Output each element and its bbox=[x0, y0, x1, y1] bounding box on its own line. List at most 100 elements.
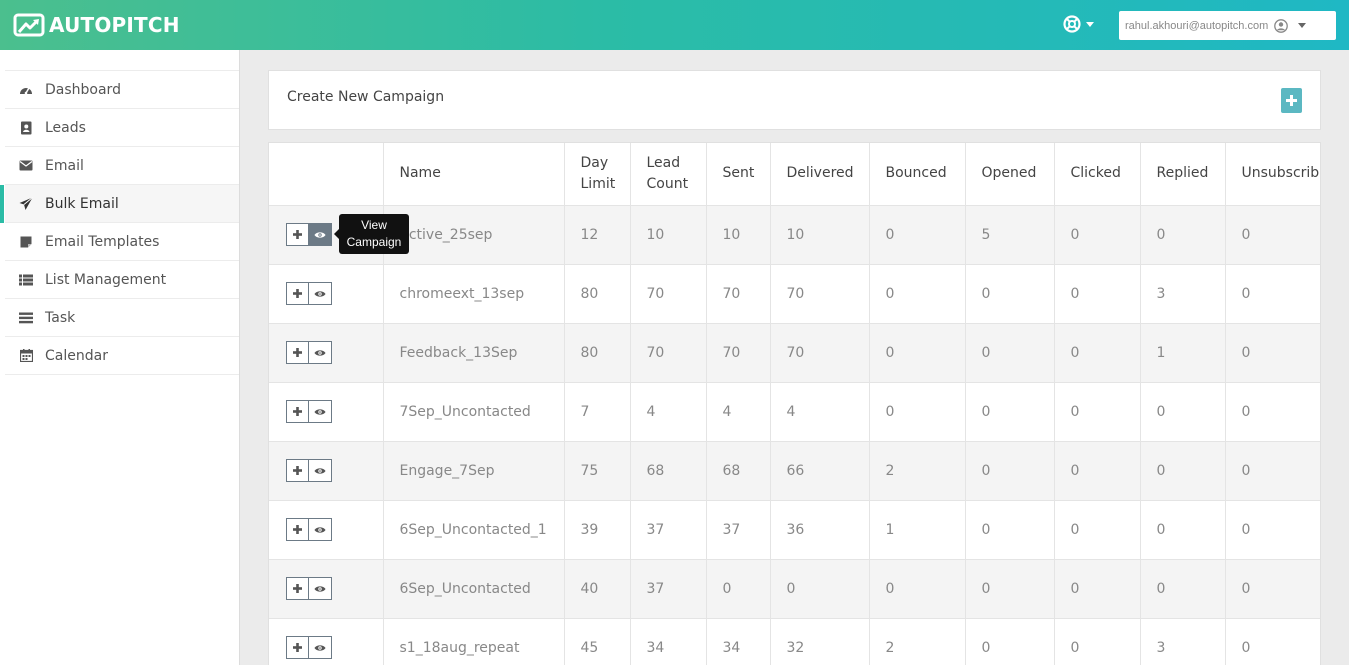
column-header-delivered[interactable]: Delivered bbox=[770, 143, 870, 206]
cell-name[interactable]: Active_25sep bbox=[383, 205, 565, 265]
sidebar-item-bulk-email[interactable]: Bulk Email bbox=[0, 185, 239, 223]
cell-clicked: 0 bbox=[1054, 559, 1141, 619]
cell-lead-count: 37 bbox=[630, 500, 707, 560]
table-row: 6Sep_Uncontacted_1 39 37 37 36 1 0 0 0 0 bbox=[269, 500, 1320, 560]
eye-icon bbox=[314, 526, 326, 534]
action-button-group bbox=[286, 400, 332, 423]
cell-replied: 0 bbox=[1140, 205, 1226, 265]
plus-icon bbox=[293, 525, 302, 534]
cell-name[interactable]: Feedback_13Sep bbox=[383, 323, 565, 383]
create-campaign-title: Create New Campaign bbox=[287, 89, 445, 105]
cell-name[interactable]: 7Sep_Uncontacted bbox=[383, 382, 565, 442]
cell-unsubscribed: 0 bbox=[1225, 205, 1320, 265]
top-header: AUTOPITCH rahul.akhouri@autopitch.com bbox=[0, 0, 1349, 50]
contact-book-icon bbox=[19, 121, 33, 135]
eye-icon bbox=[314, 231, 326, 239]
brand-logo[interactable]: AUTOPITCH bbox=[13, 12, 180, 38]
column-header-replied[interactable]: Replied bbox=[1140, 143, 1226, 206]
cell-opened: 0 bbox=[965, 559, 1055, 619]
cell-delivered: 36 bbox=[770, 500, 870, 560]
cell-opened: 0 bbox=[965, 264, 1055, 324]
column-header-opened[interactable]: Opened bbox=[965, 143, 1055, 206]
sidebar-item-label: Email bbox=[45, 157, 84, 174]
plus-icon bbox=[293, 407, 302, 416]
column-header-sent[interactable]: Sent bbox=[706, 143, 771, 206]
user-menu-dropdown[interactable]: rahul.akhouri@autopitch.com bbox=[1119, 11, 1336, 40]
add-leads-button[interactable] bbox=[286, 459, 309, 482]
row-actions bbox=[269, 500, 384, 560]
action-button-group bbox=[286, 282, 332, 305]
view-campaign-button[interactable] bbox=[309, 400, 332, 423]
column-header-clicked[interactable]: Clicked bbox=[1054, 143, 1141, 206]
column-header-unsubscribed[interactable]: Unsubscribed bbox=[1225, 143, 1320, 206]
add-leads-button[interactable] bbox=[286, 341, 309, 364]
cell-sent: 37 bbox=[706, 500, 771, 560]
sidebar-item-email-templates[interactable]: Email Templates bbox=[5, 223, 239, 261]
cell-day-limit: 75 bbox=[564, 441, 631, 501]
add-leads-button[interactable] bbox=[286, 400, 309, 423]
create-campaign-panel: Create New Campaign bbox=[268, 70, 1321, 130]
cell-name[interactable]: chromeext_13sep bbox=[383, 264, 565, 324]
add-campaign-button[interactable] bbox=[1281, 88, 1302, 113]
cell-unsubscribed: 0 bbox=[1225, 559, 1320, 619]
cell-lead-count: 70 bbox=[630, 323, 707, 383]
view-campaign-button[interactable] bbox=[309, 518, 332, 541]
add-leads-button[interactable] bbox=[286, 636, 309, 659]
add-leads-button[interactable] bbox=[286, 223, 309, 246]
add-leads-button[interactable] bbox=[286, 518, 309, 541]
sidebar-item-label: Email Templates bbox=[45, 233, 160, 250]
column-header-actions[interactable] bbox=[269, 143, 384, 206]
sidebar-item-task[interactable]: Task bbox=[5, 299, 239, 337]
column-header-bounced[interactable]: Bounced bbox=[869, 143, 966, 206]
column-header-name[interactable]: Name bbox=[383, 143, 565, 206]
help-menu-button[interactable] bbox=[1063, 14, 1094, 34]
column-header-label: Bounced bbox=[885, 165, 947, 182]
sidebar-item-leads[interactable]: Leads bbox=[5, 109, 239, 147]
row-actions bbox=[269, 441, 384, 501]
sidebar-item-list-management[interactable]: List Management bbox=[5, 261, 239, 299]
view-campaign-button[interactable] bbox=[309, 282, 332, 305]
cell-clicked: 0 bbox=[1054, 618, 1141, 665]
sidebar-item-dashboard[interactable]: Dashboard bbox=[5, 71, 239, 109]
cell-delivered: 0 bbox=[770, 559, 870, 619]
column-header-label: Opened bbox=[981, 165, 1037, 182]
cell-delivered: 70 bbox=[770, 264, 870, 324]
add-leads-button[interactable] bbox=[286, 577, 309, 600]
column-header-lead-count[interactable]: Lead Count bbox=[630, 143, 707, 206]
cell-name[interactable]: Engage_7Sep bbox=[383, 441, 565, 501]
view-campaign-button[interactable] bbox=[309, 341, 332, 364]
eye-icon bbox=[314, 349, 326, 357]
table-row: Feedback_13Sep 80 70 70 70 0 0 0 1 0 bbox=[269, 323, 1320, 383]
action-button-group bbox=[286, 459, 332, 482]
cell-bounced: 2 bbox=[869, 618, 966, 665]
cell-clicked: 0 bbox=[1054, 500, 1141, 560]
campaign-table-grid: Name Day Limit Lead Count Sent Delivered Bounce… bbox=[269, 143, 1320, 665]
view-campaign-button[interactable] bbox=[309, 459, 332, 482]
chevron-down-icon bbox=[1086, 21, 1094, 27]
column-header-day-limit[interactable]: Day Limit bbox=[564, 143, 631, 206]
cell-name[interactable]: 6Sep_Uncontacted bbox=[383, 559, 565, 619]
sidebar-item-label: Calendar bbox=[45, 347, 108, 364]
plus-icon bbox=[293, 348, 302, 357]
cell-name[interactable]: s1_18aug_repeat bbox=[383, 618, 565, 665]
column-header-label: Count bbox=[646, 175, 689, 192]
row-actions bbox=[269, 323, 384, 383]
eye-icon bbox=[314, 408, 326, 416]
cell-sent: 4 bbox=[706, 382, 771, 442]
column-header-label: Delivered bbox=[786, 165, 854, 182]
view-campaign-tooltip: View Campaign bbox=[334, 214, 409, 254]
table-body: Active_25sep 12 10 10 10 0 5 0 0 0 chromeext_13sep… bbox=[269, 205, 1320, 665]
add-leads-button[interactable] bbox=[286, 282, 309, 305]
sidebar-item-calendar[interactable]: Calendar bbox=[5, 337, 239, 375]
envelope-icon bbox=[19, 159, 33, 173]
user-avatar-icon bbox=[1274, 18, 1289, 33]
view-campaign-button[interactable] bbox=[309, 636, 332, 659]
view-campaign-button[interactable] bbox=[309, 577, 332, 600]
sidebar-item-email[interactable]: Email bbox=[5, 147, 239, 185]
cell-name[interactable]: 6Sep_Uncontacted_1 bbox=[383, 500, 565, 560]
view-campaign-button[interactable] bbox=[309, 223, 332, 246]
action-button-group bbox=[286, 577, 332, 600]
cell-lead-count: 37 bbox=[630, 559, 707, 619]
row-actions bbox=[269, 618, 384, 665]
cell-day-limit: 12 bbox=[564, 205, 631, 265]
